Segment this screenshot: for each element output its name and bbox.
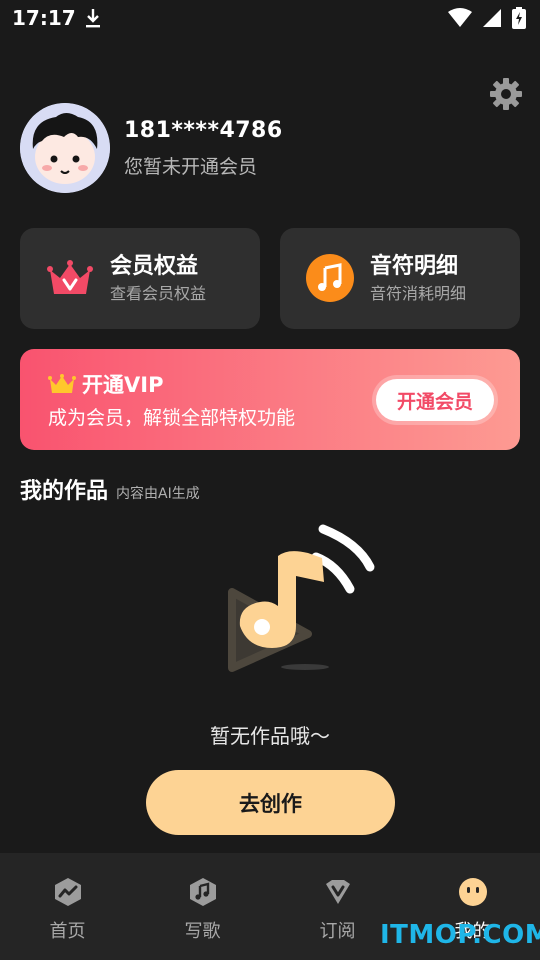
music-note-icon	[306, 254, 354, 302]
card-subtitle: 音符消耗明细	[370, 284, 467, 303]
signal-icon	[483, 9, 501, 27]
note-details-card[interactable]: 音符明细 音符消耗明细	[280, 228, 520, 329]
watermark: ITMOP.COM	[380, 920, 540, 950]
vip-title: 开通VIP	[82, 373, 164, 397]
works-ai-note: 内容由AI生成	[116, 486, 200, 502]
battery-charging-icon	[512, 7, 526, 29]
card-title: 音符明细	[370, 254, 459, 279]
status-time: 17:17	[12, 6, 76, 30]
subscribe-v-icon	[325, 880, 350, 904]
wifi-icon	[448, 8, 472, 27]
empty-works-text: 暂无作品哦～	[210, 724, 330, 748]
settings-button[interactable]	[488, 76, 524, 112]
card-title: 会员权益	[110, 254, 199, 279]
download-arrow-icon	[85, 9, 100, 28]
create-button[interactable]: 去创作	[146, 770, 395, 835]
status-right	[448, 7, 526, 29]
works-header: 我的作品 内容由AI生成	[20, 473, 200, 505]
nav-item-home[interactable]: 首页	[0, 853, 135, 960]
nav-label: 写歌	[184, 921, 221, 942]
works-title: 我的作品	[20, 479, 109, 504]
crown-emoji-icon	[48, 374, 76, 393]
nav-label: 首页	[49, 921, 86, 942]
vip-banner[interactable]: 开通VIP 成为会员，解锁全部特权功能 开通会员	[20, 349, 520, 450]
profile-face-icon	[458, 878, 487, 906]
card-subtitle: 查看会员权益	[110, 284, 207, 303]
nav-item-write-song[interactable]: 写歌	[135, 853, 270, 960]
member-benefits-card[interactable]: 会员权益 查看会员权益	[20, 228, 260, 329]
song-note-icon	[189, 878, 216, 906]
vip-subtitle: 成为会员，解锁全部特权功能	[48, 407, 296, 429]
empty-music-illustration	[228, 524, 375, 672]
status-bar: 17:17	[0, 0, 540, 36]
vip-title-row: 开通VIP	[48, 369, 163, 399]
open-membership-button[interactable]: 开通会员	[376, 379, 494, 421]
user-phone: 181****4786	[124, 118, 283, 143]
crown-icon	[47, 260, 93, 294]
avatar[interactable]	[20, 103, 110, 193]
cartoon-face-icon	[20, 103, 110, 193]
status-left: 17:17	[12, 6, 102, 30]
member-status: 您暂未开通会员	[124, 156, 258, 178]
home-chart-icon	[54, 878, 81, 906]
gear-icon	[490, 78, 522, 110]
